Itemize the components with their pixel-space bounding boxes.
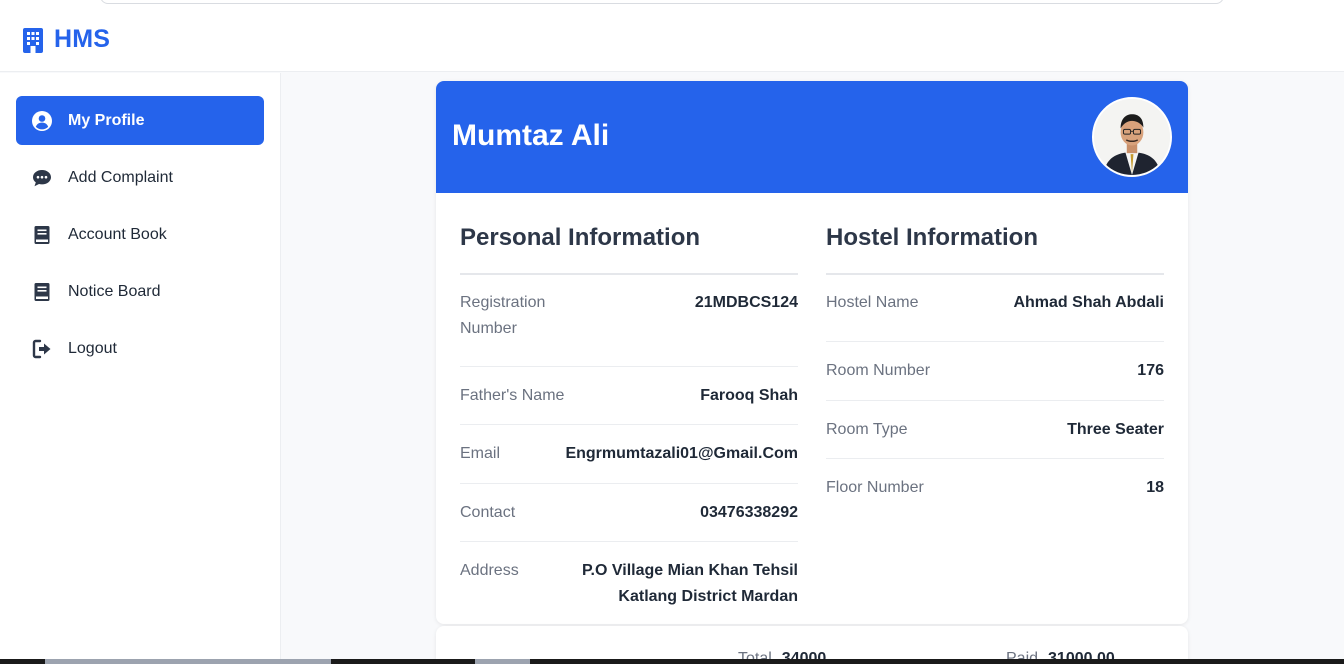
info-row: Room Type Three Seater <box>826 401 1164 459</box>
logout-icon <box>31 338 53 360</box>
building-icon <box>23 27 43 53</box>
info-label: Email <box>460 445 501 462</box>
info-value: 176 <box>1137 362 1164 379</box>
brand[interactable]: HMS <box>22 25 110 54</box>
info-value: Farooq Shah <box>700 387 798 404</box>
chat-bubble-icon <box>31 167 53 189</box>
info-value: Engrmumtazali01@Gmail.Com <box>565 445 798 462</box>
sidebar-item-notice-board[interactable]: Notice Board <box>16 267 264 316</box>
profile-card: Mumtaz Ali Personal Information Registra… <box>436 81 1188 624</box>
personal-information-section: Personal Information Registration Number… <box>460 193 798 618</box>
info-value: P.O Village Mian Khan Tehsil Katlang Dis… <box>581 562 798 605</box>
sidebar-item-label: Logout <box>68 339 117 357</box>
info-row: Floor Number 18 <box>826 459 1164 517</box>
info-label: Room Number <box>826 362 931 379</box>
info-value: Three Seater <box>1067 421 1164 438</box>
sidebar: My Profile Add Complaint Account Book No… <box>0 73 281 664</box>
book-icon <box>31 281 53 303</box>
address-bar[interactable] <box>100 0 1224 4</box>
info-value: Ahmad Shah Abdali <box>1013 294 1164 311</box>
info-row: Email Engrmumtazali01@Gmail.Com <box>460 425 798 484</box>
info-row: Father's Name Farooq Shah <box>460 367 798 425</box>
sidebar-item-label: My Profile <box>68 111 145 129</box>
info-row: Room Number 176 <box>826 342 1164 401</box>
hostel-information-section: Hostel Information Hostel Name Ahmad Sha… <box>826 193 1164 517</box>
sidebar-item-my-profile[interactable]: My Profile <box>16 96 264 145</box>
info-row: Address P.O Village Mian Khan Tehsil Kat… <box>460 542 798 618</box>
sidebar-item-label: Notice Board <box>68 282 161 300</box>
info-row: Contact 03476338292 <box>460 484 798 542</box>
sidebar-item-logout[interactable]: Logout <box>16 324 264 373</box>
info-value: 18 <box>1146 479 1164 496</box>
info-label: Registration Number <box>460 294 546 337</box>
user-circle-icon <box>31 110 53 132</box>
section-title: Personal Information <box>460 224 701 251</box>
profile-name: Mumtaz Ali <box>452 119 610 152</box>
os-taskbar <box>0 659 1344 664</box>
brand-name: HMS <box>54 25 111 53</box>
info-value: 03476338292 <box>700 504 798 521</box>
info-label: Hostel Name <box>826 294 919 311</box>
info-label: Floor Number <box>826 479 924 496</box>
avatar <box>1092 97 1172 177</box>
info-row: Hostel Name Ahmad Shah Abdali <box>826 275 1164 342</box>
info-value: 21MDBCS124 <box>694 294 798 311</box>
taskbar-item[interactable] <box>45 659 331 664</box>
info-label: Father's Name <box>460 387 565 404</box>
sidebar-item-account-book[interactable]: Account Book <box>16 210 264 259</box>
info-label: Contact <box>460 504 516 521</box>
user-photo-icon <box>1094 99 1170 175</box>
book-icon <box>31 224 53 246</box>
browser-chrome <box>0 0 1344 8</box>
profile-header: Mumtaz Ali <box>436 81 1188 193</box>
top-header: HMS <box>0 8 1344 72</box>
info-label: Room Type <box>826 421 908 438</box>
sidebar-item-add-complaint[interactable]: Add Complaint <box>16 153 264 202</box>
sidebar-item-label: Add Complaint <box>68 168 173 186</box>
sidebar-item-label: Account Book <box>68 225 167 243</box>
info-row: Registration Number 21MDBCS124 <box>460 275 798 367</box>
taskbar-item[interactable] <box>475 659 530 664</box>
section-title: Hostel Information <box>826 224 1039 251</box>
info-label: Address <box>460 562 519 579</box>
